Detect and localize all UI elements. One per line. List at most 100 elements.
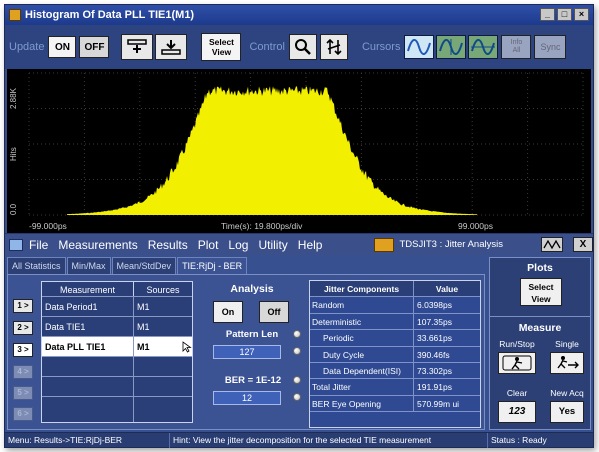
table-row-empty[interactable]: [42, 397, 192, 422]
measurement-select-button-6[interactable]: 6 >: [13, 407, 33, 421]
tab-all-statistics[interactable]: All Statistics: [7, 257, 66, 275]
status-menu-path: Menu: Results->TIE:RjDj-BER: [5, 432, 170, 448]
jitter-row: BER Eye Opening 570.99m ui: [310, 395, 480, 413]
pattern-length-increment-knob[interactable]: [293, 330, 301, 338]
app-menu-icon[interactable]: [9, 238, 23, 251]
y-axis-unit-label: Hits: [9, 147, 18, 161]
run-stop-button[interactable]: [498, 352, 536, 374]
header-sources: Sources: [134, 282, 192, 296]
measurement-select-button-3[interactable]: 3 >: [13, 343, 33, 357]
measurement-table: Measurement Sources Data Period1 M1 Data…: [41, 281, 193, 423]
clear-button-text: 123: [508, 406, 526, 417]
jitter-row: Random 6.0398ps: [310, 297, 480, 314]
table-row-empty[interactable]: [42, 357, 192, 377]
histogram-envelope: [67, 86, 477, 215]
table-row-selected[interactable]: Data PLL TIE1 M1: [42, 337, 192, 357]
update-on-button[interactable]: ON: [48, 36, 77, 58]
plots-measure-panel: Plots Select View Measure Run/Stop Singl…: [489, 257, 591, 430]
maximize-button[interactable]: □: [557, 8, 572, 21]
scope-view-icon[interactable]: [540, 237, 563, 252]
x-axis-scale-label: Time(s): 19.800ps/div: [221, 221, 303, 231]
table-row-empty[interactable]: [42, 377, 192, 397]
tab-mean-stddev[interactable]: Mean/StdDev: [111, 257, 177, 275]
minimize-button[interactable]: _: [540, 8, 555, 21]
update-label: Update: [9, 41, 45, 53]
tab-tie-rjdj-ber[interactable]: TIE:RjDj - BER: [177, 257, 248, 275]
cursor-arrows-icon[interactable]: [319, 34, 348, 60]
jitter-component-name: Random: [310, 297, 414, 313]
cursors-label: Cursors: [361, 41, 401, 53]
magnifier-icon[interactable]: [288, 34, 317, 60]
jitter-header-row: Jitter Components Value: [310, 281, 480, 298]
jitter-component-value: 390.46fs: [417, 349, 450, 360]
ber-increment-knob[interactable]: [293, 376, 301, 384]
measurement-select-button-5[interactable]: 5 >: [13, 386, 33, 400]
ber-exponent: 12: [270, 375, 282, 386]
menu-help[interactable]: Help: [298, 238, 323, 252]
table-row[interactable]: Data Period1 M1: [42, 297, 192, 317]
tie-rjdj-ber-panel: 1 > 2 > 3 > 4 > 5 > 6 > Measurement Sour…: [7, 274, 485, 430]
waveform-cursor-icon[interactable]: [404, 35, 435, 59]
header-value: Value: [435, 284, 459, 294]
y-bottom-tick-label: 0.0: [9, 203, 18, 215]
pattern-length-label: Pattern Len: [225, 329, 279, 340]
select-view-button[interactable]: Select View: [201, 33, 242, 61]
jitter-component-value: 107.35ps: [417, 316, 452, 327]
pattern-length-field[interactable]: 127: [213, 345, 281, 359]
table-row[interactable]: Data TIE1 M1: [42, 317, 192, 337]
measure-title: Measure: [518, 322, 562, 334]
new-acq-yes-button[interactable]: Yes: [550, 401, 584, 423]
horizontal-cursor-icon[interactable]: [468, 35, 499, 59]
single-button[interactable]: [550, 352, 584, 374]
jitter-component-name: Total Jitter: [310, 379, 414, 395]
status-state: Status : Ready: [491, 434, 547, 445]
clear-button[interactable]: 123: [498, 401, 536, 423]
jitter-component-name: Data Dependent(ISI): [310, 363, 414, 379]
update-off-button[interactable]: OFF: [79, 36, 110, 58]
control-label: Control: [249, 41, 285, 53]
vertical-cursor-icon[interactable]: [436, 35, 467, 59]
menu-file[interactable]: File: [29, 238, 48, 252]
jitter-component-value: 6.0398ps: [417, 300, 452, 311]
info-all-button[interactable]: Info All: [501, 35, 532, 59]
analysis-title: Analysis: [230, 283, 274, 295]
jitter-component-name: Periodic: [310, 330, 414, 346]
zoom-in-icon[interactable]: [121, 34, 154, 60]
ber-field[interactable]: 12: [213, 391, 281, 405]
close-app-button[interactable]: X: [572, 237, 593, 252]
histogram-plot: 2.88K Hits 0.0 -99.000ps Time(s): 19.800…: [7, 69, 591, 233]
menu-plot[interactable]: Plot: [198, 238, 219, 252]
ber-decrement-knob[interactable]: [293, 393, 301, 401]
jitter-row: Duty Cycle 390.46fs: [310, 346, 480, 363]
jitter-row: Total Jitter 191.91ps: [310, 379, 480, 396]
jitter-component-value: 191.91ps: [417, 382, 452, 393]
info-label: Info: [510, 39, 523, 46]
jitter-component-value: 33.661ps: [417, 333, 452, 344]
analysis-on-button[interactable]: On: [213, 301, 243, 323]
menu-results[interactable]: Results: [148, 238, 188, 252]
measurement-select-button-2[interactable]: 2 >: [13, 321, 33, 335]
plots-select-view-button[interactable]: Select View: [520, 278, 562, 306]
single-run-icon: [557, 356, 579, 369]
pattern-length-decrement-knob[interactable]: [293, 347, 301, 355]
close-window-button[interactable]: ×: [574, 8, 589, 21]
measurement-select-button-1[interactable]: 1 >: [13, 299, 33, 313]
zoom-out-icon[interactable]: [155, 34, 188, 60]
analysis-off-button[interactable]: Off: [259, 301, 289, 323]
sync-button[interactable]: Sync: [534, 35, 567, 59]
window-title: Histogram Of Data PLL TIE1(M1): [25, 9, 195, 21]
jitter-component-name: Duty Cycle: [310, 346, 414, 362]
menu-log[interactable]: Log: [228, 238, 248, 252]
histogram-canvas: [28, 72, 584, 216]
application-window: Histogram Of Data PLL TIE1(M1) _ □ × Upd…: [4, 4, 594, 448]
menu-measurements[interactable]: Measurements: [58, 238, 137, 252]
results-area: All Statistics Min/Max Mean/StdDev TIE:R…: [5, 255, 593, 432]
menu-utility[interactable]: Utility: [258, 238, 287, 252]
plot-toolbar: Update ON OFF Select View Control Cursor…: [5, 25, 593, 69]
jitter-components-table: Jitter Components Value Random 6.0398ps …: [309, 280, 481, 428]
new-acq-label: New Acq: [550, 388, 584, 398]
app-name: TDSJIT3 : Jitter Analysis: [399, 239, 503, 250]
menu-bar: File Measurements Results Plot Log Utili…: [5, 233, 593, 255]
tab-min-max[interactable]: Min/Max: [66, 257, 111, 275]
measurement-select-button-4[interactable]: 4 >: [13, 365, 33, 379]
